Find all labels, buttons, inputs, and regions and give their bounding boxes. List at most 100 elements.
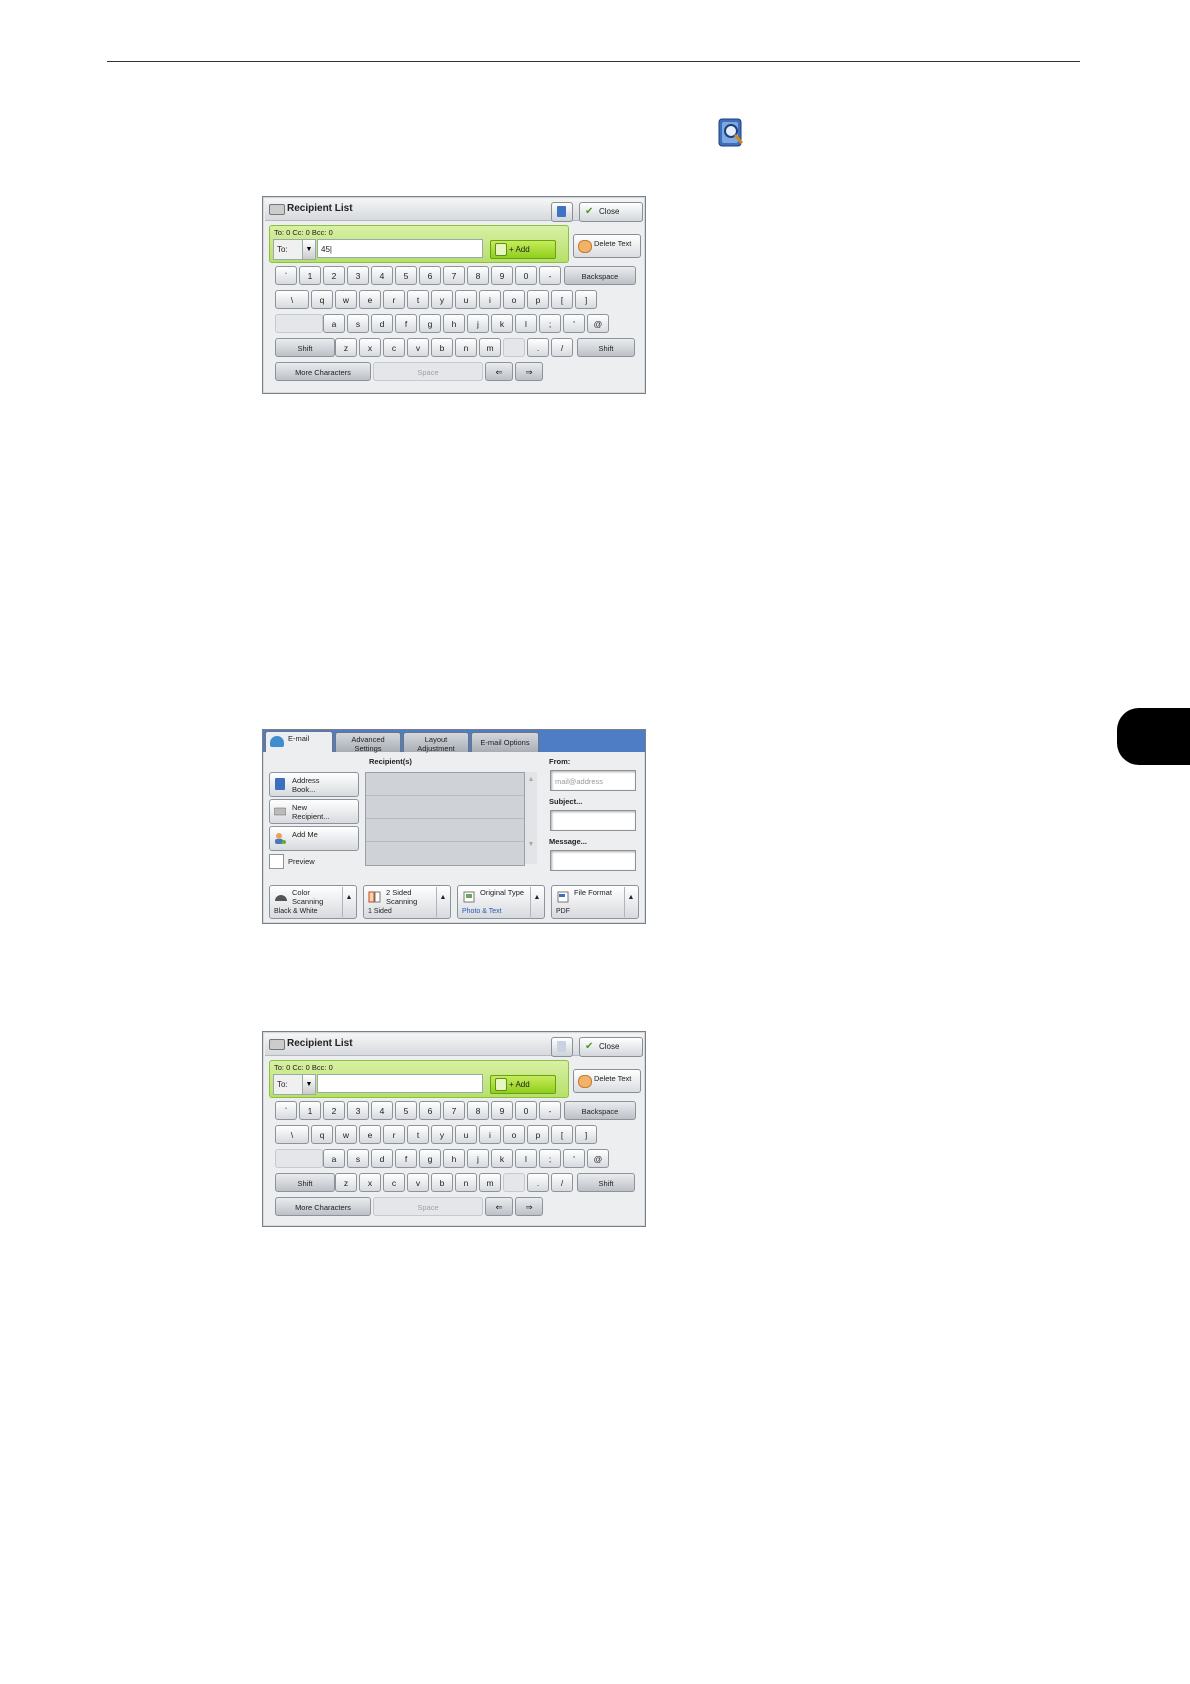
right-arrow-icon[interactable]: ⇒ [515,362,543,381]
two-sided-scanning-button[interactable]: 2 Sided Scanning 1 Sided ▲ [363,885,451,919]
key[interactable]: 5 [395,266,417,285]
tab-email[interactable]: E-mail [265,731,333,752]
right-arrow-icon[interactable]: ⇒ [515,1197,543,1216]
chevron-up-icon[interactable]: ▲ [436,887,449,917]
recipient-scrollbar[interactable]: ▲ ▼ [525,772,537,864]
list-item[interactable] [366,819,524,842]
key[interactable]: z [335,338,357,357]
key[interactable]: 2 [323,266,345,285]
key[interactable]: k [491,1149,513,1168]
shift-key-right[interactable]: Shift [577,338,635,357]
key[interactable]: e [359,1125,381,1144]
key[interactable]: y [431,1125,453,1144]
key[interactable]: 1 [299,266,321,285]
shift-key-left[interactable]: Shift [275,338,335,357]
scroll-up-icon[interactable]: ▲ [525,776,537,783]
delete-text-button[interactable]: Delete Text [573,1069,641,1093]
key[interactable]: a [323,314,345,333]
key[interactable]: . [527,1173,549,1192]
key[interactable]: 3 [347,1101,369,1120]
key[interactable]: p [527,290,549,309]
key[interactable]: 4 [371,266,393,285]
shift-key-left[interactable]: Shift [275,1173,335,1192]
key[interactable]: ` [275,266,297,285]
left-arrow-icon[interactable]: ⇐ [485,1197,513,1216]
address-book-button[interactable] [551,202,573,222]
recipient-input[interactable]: 45| [317,239,483,258]
key[interactable]: h [443,314,465,333]
key[interactable]: t [407,290,429,309]
key[interactable]: j [467,314,489,333]
key[interactable]: i [479,290,501,309]
shift-key-right[interactable]: Shift [577,1173,635,1192]
key[interactable]: 0 [515,1101,537,1120]
key[interactable]: \ [275,290,309,309]
key[interactable]: m [479,338,501,357]
key[interactable]: [ [551,290,573,309]
list-item[interactable] [366,796,524,819]
file-format-button[interactable]: File Format PDF ▲ [551,885,639,919]
add-button[interactable]: + Add [490,1075,556,1094]
close-button[interactable]: ✔ Close [579,202,643,222]
key[interactable]: g [419,314,441,333]
key[interactable]: d [371,314,393,333]
key[interactable]: 6 [419,1101,441,1120]
key[interactable]: f [395,314,417,333]
add-button[interactable]: + Add [490,240,556,259]
address-book-button[interactable] [551,1037,573,1057]
checkbox-box[interactable] [269,854,284,869]
key[interactable]: . [527,338,549,357]
close-button[interactable]: ✔ Close [579,1037,643,1057]
chevron-down-icon[interactable]: ▼ [302,1074,316,1095]
key[interactable]: 6 [419,266,441,285]
key[interactable]: s [347,314,369,333]
subject-field[interactable] [550,810,636,831]
key[interactable]: n [455,338,477,357]
key[interactable]: 7 [443,266,465,285]
key[interactable]: ] [575,290,597,309]
key[interactable]: @ [587,1149,609,1168]
key[interactable]: - [539,266,561,285]
key[interactable]: d [371,1149,393,1168]
key[interactable]: v [407,338,429,357]
key[interactable]: u [455,1125,477,1144]
from-field[interactable]: mail@address [550,770,636,791]
left-arrow-icon[interactable]: ⇐ [485,362,513,381]
new-recipient-button[interactable]: New Recipient... [269,799,359,824]
tab-email-options[interactable]: E-mail Options [471,732,539,752]
key[interactable]: 4 [371,1101,393,1120]
key[interactable]: ' [563,1149,585,1168]
key[interactable]: 1 [299,1101,321,1120]
key[interactable]: 9 [491,266,513,285]
key[interactable]: r [383,290,405,309]
key[interactable]: b [431,1173,453,1192]
key[interactable]: k [491,314,513,333]
list-item[interactable] [366,773,524,796]
key[interactable]: q [311,290,333,309]
key[interactable]: p [527,1125,549,1144]
key[interactable]: o [503,1125,525,1144]
list-item[interactable] [366,842,524,864]
key[interactable]: - [539,1101,561,1120]
key[interactable]: 5 [395,1101,417,1120]
key[interactable]: @ [587,314,609,333]
more-characters-button[interactable]: More Characters [275,1197,371,1216]
key[interactable]: c [383,1173,405,1192]
recipient-input[interactable] [317,1074,483,1093]
key[interactable]: \ [275,1125,309,1144]
chevron-down-icon[interactable]: ▼ [302,239,316,260]
key[interactable]: 2 [323,1101,345,1120]
tab-layout-adjustment[interactable]: Layout Adjustment [403,732,469,753]
delete-text-button[interactable]: Delete Text [573,234,641,258]
key[interactable]: h [443,1149,465,1168]
key[interactable]: 8 [467,266,489,285]
key[interactable]: x [359,338,381,357]
to-field-type[interactable]: To: [273,239,303,260]
scroll-down-icon[interactable]: ▼ [525,841,537,848]
key[interactable]: [ [551,1125,573,1144]
backspace-key[interactable]: Backspace [564,266,636,285]
key[interactable]: ; [539,1149,561,1168]
space-key[interactable]: Space [373,362,483,381]
key[interactable]: u [455,290,477,309]
key[interactable]: 9 [491,1101,513,1120]
